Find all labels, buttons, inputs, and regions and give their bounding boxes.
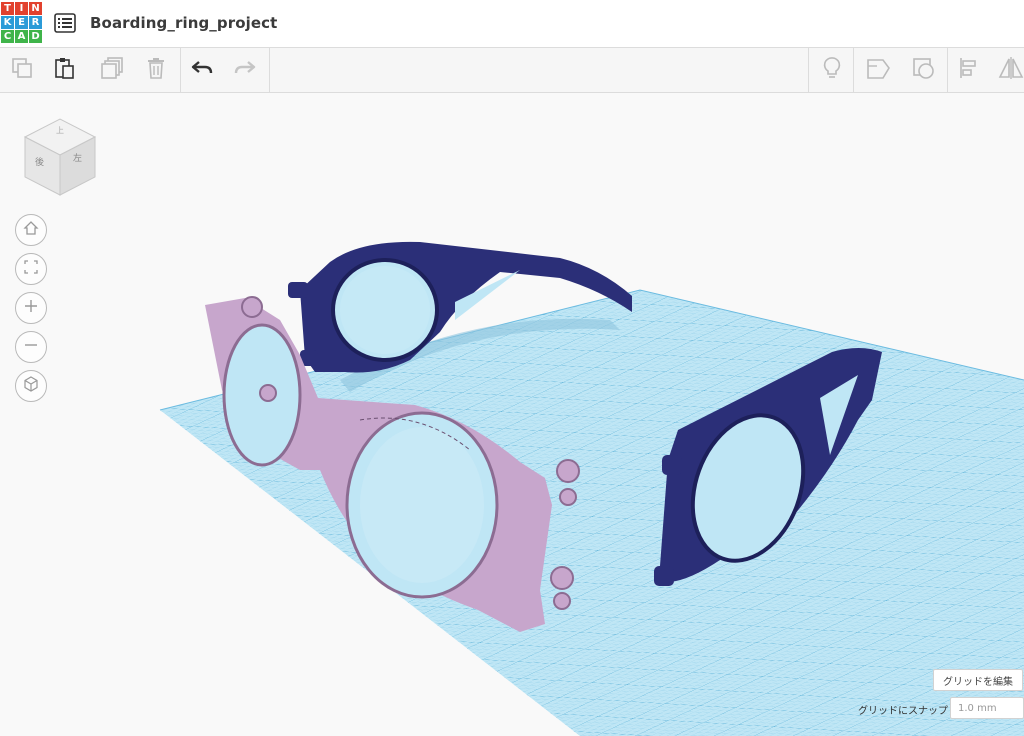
- undo-icon: [190, 56, 214, 85]
- snap-grid-select[interactable]: 1.0 mm: [950, 697, 1024, 719]
- undo-button[interactable]: [188, 56, 216, 84]
- view-cube-side-label[interactable]: 左: [73, 151, 82, 164]
- logo-letter: E: [15, 16, 28, 29]
- workplane-view[interactable]: 上 後 左 グリッドを編集 グリッドにスナップ 1.0 mm: [0, 93, 1024, 736]
- mirror-icon: [997, 56, 1024, 84]
- align-button[interactable]: [955, 56, 983, 84]
- redo-icon: [233, 56, 257, 85]
- fit-view-icon: [23, 259, 39, 280]
- zoom-out-icon: [23, 337, 39, 358]
- design-menu-icon[interactable]: [54, 13, 76, 33]
- logo-letter: R: [29, 16, 42, 29]
- hole-shape-button[interactable]: [864, 56, 892, 84]
- perspective-icon: [23, 375, 39, 397]
- group-button[interactable]: [910, 56, 938, 84]
- workplane-scene[interactable]: [0, 93, 1024, 736]
- mirror-button[interactable]: [997, 56, 1024, 84]
- zoom-in-icon: [23, 298, 39, 319]
- hole-shape-icon: [865, 56, 891, 85]
- view-cube[interactable]: 上 後 左: [20, 117, 100, 197]
- project-title[interactable]: Boarding_ring_project: [90, 14, 277, 32]
- notes-button[interactable]: [818, 56, 846, 84]
- tinkercad-logo[interactable]: TIN KER CAD: [1, 2, 43, 44]
- logo-letter: C: [1, 30, 14, 43]
- logo-letter: D: [29, 30, 42, 43]
- view-cube-front-label[interactable]: 後: [35, 155, 44, 168]
- logo-letter: I: [15, 2, 28, 15]
- paste-button[interactable]: [51, 56, 79, 84]
- zoom-in-button[interactable]: [15, 292, 47, 324]
- view-cube-top-label[interactable]: 上: [56, 125, 64, 136]
- home-icon: [23, 220, 39, 241]
- zoom-out-button[interactable]: [15, 331, 47, 363]
- edit-toolbar: [0, 48, 1024, 93]
- duplicate-button[interactable]: [98, 56, 126, 84]
- toolbar-divider: [853, 48, 854, 92]
- logo-letter: T: [1, 2, 14, 15]
- logo-letter: A: [15, 30, 28, 43]
- group-icon: [911, 56, 937, 85]
- perspective-button[interactable]: [15, 370, 47, 402]
- copy-button[interactable]: [8, 56, 36, 84]
- edit-grid-button[interactable]: グリッドを編集: [933, 669, 1023, 691]
- fit-view-button[interactable]: [15, 253, 47, 285]
- align-icon: [957, 56, 981, 85]
- trash-icon: [144, 56, 168, 85]
- logo-letter: N: [29, 2, 42, 15]
- paste-icon: [53, 56, 77, 85]
- toolbar-divider: [947, 48, 948, 92]
- redo-button[interactable]: [231, 56, 259, 84]
- snap-grid-label: グリッドにスナップ: [858, 706, 948, 717]
- lightbulb-icon: [820, 56, 844, 85]
- snap-grid-value: 1.0 mm: [958, 702, 997, 714]
- toolbar-divider: [808, 48, 809, 92]
- delete-button[interactable]: [142, 56, 170, 84]
- home-view-button[interactable]: [15, 214, 47, 246]
- toolbar-divider: [269, 48, 270, 92]
- duplicate-icon: [100, 56, 124, 85]
- toolbar-divider: [180, 48, 181, 92]
- app-header: TIN KER CAD Boarding_ring_project: [0, 0, 1024, 48]
- logo-letter: K: [1, 16, 14, 29]
- copy-icon: [10, 56, 34, 85]
